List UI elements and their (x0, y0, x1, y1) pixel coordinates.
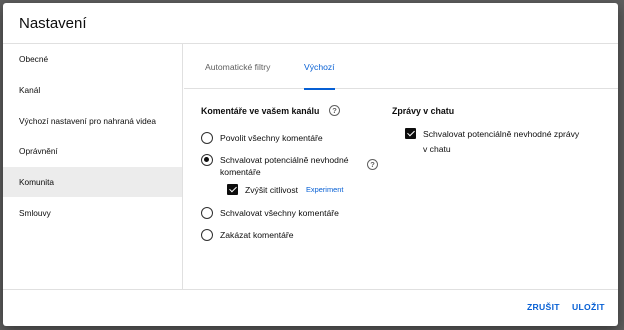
sidebar-item-general[interactable]: Obecné (3, 44, 182, 75)
sidebar-item-channel[interactable]: Kanál (3, 75, 182, 106)
sidebar-item-permissions[interactable]: Oprávnění (3, 136, 182, 167)
tab-automatic-filters[interactable]: Automatické filtry (205, 44, 270, 89)
sidebar-item-label: Smlouvy (19, 207, 51, 218)
cancel-button[interactable]: ZRUŠIT (527, 302, 560, 312)
experiment-badge: Experiment (306, 185, 344, 194)
tab-bar: Automatické filtry Výchozí (184, 44, 618, 90)
radio-label: Schvalovat všechny komentáře (220, 208, 339, 218)
checkbox-label: Zvýšit citlivost (245, 185, 298, 195)
settings-dialog: Nastavení Obecné Kanál Výchozí nastavení… (3, 3, 618, 326)
help-circle-icon[interactable]: ? (329, 105, 340, 116)
sidebar-item-label: Kanál (19, 85, 41, 96)
dialog-footer: ZRUŠIT ULOŽIT (3, 289, 618, 326)
settings-content: Automatické filtry Výchozí Komentáře ve … (184, 44, 618, 289)
sidebar-item-community[interactable]: Komunita (3, 166, 182, 198)
help-circle-icon[interactable]: ? (367, 159, 378, 170)
comments-section-title: Komentáře ve vašem kanálu (201, 106, 320, 116)
radio-button[interactable] (201, 207, 213, 219)
checkbox-checked[interactable] (227, 184, 238, 195)
chat-section-title: Zprávy v chatu (392, 106, 455, 116)
dialog-header: Nastavení (3, 3, 618, 44)
sidebar-item-agreements[interactable]: Smlouvy (3, 197, 182, 228)
radio-allow-all[interactable]: Povolit všechny komentáře (201, 132, 323, 144)
radio-hold-inappropriate[interactable]: Schvalovat potenciálně nevhodné komentář… (201, 154, 351, 178)
radio-button[interactable] (201, 132, 213, 144)
dialog-title: Nastavení (19, 15, 87, 32)
radio-hold-all[interactable]: Schvalovat všechny komentáře (201, 207, 339, 219)
checkbox-checked[interactable] (405, 128, 416, 139)
sidebar-item-upload-defaults[interactable]: Výchozí nastavení pro nahraná videa (3, 105, 182, 136)
checkbox-label: Schvalovat potenciálně nevhodné zprávy v… (423, 129, 580, 154)
tab-defaults[interactable]: Výchozí (304, 44, 335, 90)
radio-button-selected[interactable] (201, 154, 213, 166)
radio-label: Schvalovat potenciálně nevhodné komentář… (220, 155, 349, 177)
radio-label: Povolit všechny komentáře (220, 133, 323, 143)
sidebar-item-label: Výchozí nastavení pro nahraná videa (19, 115, 156, 126)
radio-label: Zakázat komentáře (220, 230, 294, 240)
settings-sidebar: Obecné Kanál Výchozí nastavení pro nahra… (3, 44, 183, 289)
sidebar-item-label: Obecné (19, 54, 49, 65)
radio-disable-comments[interactable]: Zakázat komentáře (201, 229, 294, 241)
sidebar-item-label: Komunita (19, 177, 55, 188)
checkbox-hold-chat-messages[interactable]: Schvalovat potenciálně nevhodné zprávy v… (405, 128, 585, 157)
checkbox-increase-sensitivity[interactable]: Zvýšit citlivost Experiment (227, 184, 343, 196)
sidebar-item-label: Oprávnění (19, 146, 58, 157)
radio-button[interactable] (201, 229, 213, 241)
save-button[interactable]: ULOŽIT (572, 302, 605, 312)
